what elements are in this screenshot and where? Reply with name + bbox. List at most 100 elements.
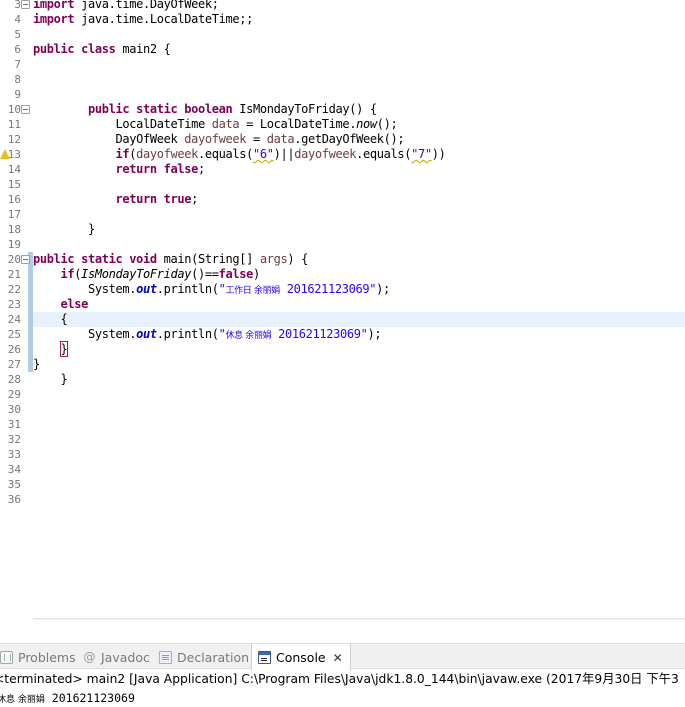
tab-declaration[interactable]: Declaration bbox=[159, 644, 249, 670]
code-token: .equals( bbox=[198, 147, 253, 161]
code-line[interactable]: 26 } bbox=[0, 341, 685, 357]
tab-label: Console bbox=[276, 650, 326, 665]
code-token: java.time.DayOfWeek; bbox=[74, 0, 219, 11]
code-token: public bbox=[33, 42, 75, 56]
code-token: false bbox=[218, 267, 254, 281]
code-line[interactable]: 16 return true; bbox=[0, 192, 685, 207]
console-icon bbox=[258, 651, 271, 664]
line-number: 36 bbox=[7, 493, 21, 506]
code-line[interactable]: 7 bbox=[0, 57, 685, 72]
fold-toggle-icon[interactable] bbox=[21, 0, 30, 9]
code-token: System. bbox=[33, 282, 137, 296]
line-number: 30 bbox=[7, 403, 21, 416]
code-token: { bbox=[33, 312, 68, 326]
code-line[interactable]: 31 bbox=[0, 417, 685, 432]
code-line[interactable]: 13 if(dayofweek.equals("6")||dayofweek.e… bbox=[0, 147, 685, 162]
code-line[interactable]: 10 public static boolean IsMondayToFrida… bbox=[0, 102, 685, 117]
code-line[interactable]: 30 bbox=[0, 402, 685, 417]
tab-javadoc[interactable]: @ Javadoc bbox=[83, 644, 150, 670]
code-line[interactable]: 23 else bbox=[0, 297, 685, 312]
code-line[interactable]: 32 bbox=[0, 432, 685, 447]
line-number: 8 bbox=[14, 73, 21, 86]
code-line[interactable]: 20 public static void main(String[] args)… bbox=[0, 252, 685, 267]
line-number: 19 bbox=[7, 238, 21, 251]
code-line[interactable]: 33 bbox=[0, 447, 685, 462]
code-text: else bbox=[33, 297, 89, 312]
code-text: public class main2 { bbox=[33, 42, 171, 57]
code-text: DayOfWeek dayofweek = data.getDayOfWeek(… bbox=[33, 132, 404, 147]
code-line[interactable]: 6 public class main2 { bbox=[0, 42, 685, 57]
line-number: 20 bbox=[7, 253, 21, 266]
horizontal-scrollbar[interactable]: ◂ bbox=[33, 618, 685, 620]
code-token: " bbox=[218, 282, 226, 296]
line-number: 12 bbox=[7, 133, 21, 146]
code-token: 休息 余丽娟 bbox=[225, 331, 272, 341]
code-token: ); bbox=[376, 282, 390, 296]
code-line[interactable]: 24 { bbox=[0, 312, 685, 327]
code-token: } bbox=[33, 372, 68, 386]
code-line[interactable]: 18 } bbox=[0, 222, 685, 237]
line-number: 10 bbox=[7, 103, 21, 116]
code-token: dayofweek bbox=[184, 132, 247, 146]
line-number: 29 bbox=[7, 388, 21, 401]
code-line[interactable]: 4 import java.time.LocalDateTime;; bbox=[0, 12, 685, 27]
code-line[interactable]: 14 return false; bbox=[0, 162, 685, 177]
code-token: ) bbox=[253, 267, 260, 281]
code-text: } bbox=[33, 222, 95, 237]
code-token: if bbox=[115, 147, 130, 161]
code-token: data bbox=[211, 117, 240, 131]
code-token: if bbox=[60, 267, 75, 281]
code-line[interactable]: 3 import java.time.DayOfWeek; bbox=[0, 0, 685, 12]
tab-label: Javadoc bbox=[101, 649, 150, 665]
close-icon[interactable]: ✕ bbox=[332, 651, 344, 665]
code-line[interactable]: 12 DayOfWeek dayofweek = data.getDayOfWe… bbox=[0, 132, 685, 147]
code-line[interactable]: 34 bbox=[0, 462, 685, 477]
console-output[interactable]: 休息 余丽娟 201621123069 bbox=[0, 689, 685, 707]
code-line[interactable]: 17 bbox=[0, 207, 685, 222]
console-process-header: <terminated> main2 [Java Application] C:… bbox=[0, 672, 679, 686]
line-number: 33 bbox=[7, 448, 21, 461]
fold-toggle-icon[interactable] bbox=[21, 255, 30, 264]
code-token: public bbox=[33, 252, 75, 266]
code-line[interactable]: 28 } bbox=[0, 372, 685, 387]
code-text: import java.time.LocalDateTime;; bbox=[33, 12, 253, 27]
code-text: } bbox=[33, 372, 67, 387]
code-token: .getDayOfWeek(); bbox=[294, 132, 405, 146]
code-line[interactable]: 21 if(IsMondayToFriday()==false) bbox=[0, 267, 685, 282]
code-token: } bbox=[59, 341, 69, 357]
line-number: 3 bbox=[14, 0, 21, 11]
fold-toggle-icon[interactable] bbox=[21, 105, 30, 114]
code-token: ); bbox=[367, 327, 382, 341]
code-line[interactable]: 8 bbox=[0, 72, 685, 87]
console-output-number: 201621123069 bbox=[44, 691, 135, 705]
code-line[interactable]: 29 bbox=[0, 387, 685, 402]
code-token: = bbox=[246, 132, 267, 146]
code-line[interactable]: 15 bbox=[0, 177, 685, 192]
line-number: 11 bbox=[7, 118, 21, 131]
code-token: main2 { bbox=[115, 42, 171, 56]
code-editor[interactable]: 3 import java.time.DayOfWeek; 4 import java… bbox=[0, 0, 685, 620]
line-number: 31 bbox=[7, 418, 21, 431]
line-number: 17 bbox=[7, 208, 21, 221]
code-line[interactable]: 22 System.out.println("工作日 余丽娟 201621123… bbox=[0, 282, 685, 297]
code-line[interactable]: 11 LocalDateTime data = LocalDateTime.no… bbox=[0, 117, 685, 132]
code-token: ) { bbox=[287, 252, 308, 266]
code-text: if(IsMondayToFriday()==false) bbox=[33, 267, 261, 282]
code-token: dayofweek bbox=[136, 147, 198, 161]
tab-console[interactable]: Console ✕ bbox=[251, 644, 351, 671]
code-line[interactable]: 5 bbox=[0, 27, 685, 42]
tab-problems[interactable]: Problems bbox=[0, 644, 76, 670]
code-line[interactable]: 19 bbox=[0, 237, 685, 252]
code-line[interactable]: 36 bbox=[0, 492, 685, 507]
line-number: 14 bbox=[7, 163, 21, 176]
code-line[interactable]: 9 bbox=[0, 87, 685, 102]
code-line[interactable]: 35 bbox=[0, 477, 685, 492]
code-line[interactable]: 25 System.out.println("休息 余丽娟 2016211230… bbox=[0, 327, 685, 342]
code-token: main(String[] bbox=[156, 252, 260, 266]
code-line[interactable]: 27} bbox=[0, 357, 685, 372]
line-number: 18 bbox=[7, 223, 21, 236]
